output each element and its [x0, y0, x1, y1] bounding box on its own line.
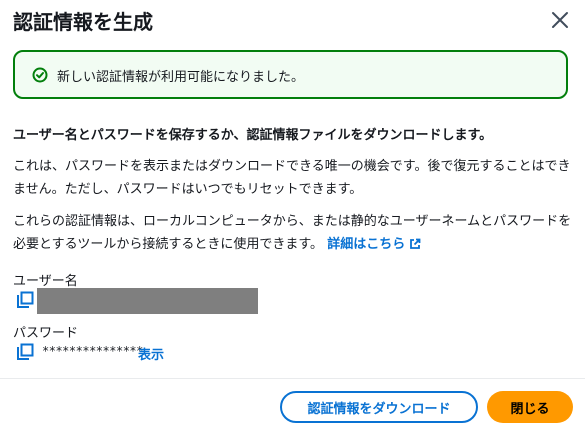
- password-label: パスワード: [13, 326, 79, 341]
- copy-icon[interactable]: [16, 343, 34, 361]
- download-credentials-button[interactable]: 認証情報をダウンロード: [280, 391, 478, 423]
- close-icon[interactable]: [548, 8, 572, 32]
- copy-icon[interactable]: [16, 291, 34, 309]
- details-link[interactable]: 詳細はこちら: [327, 237, 421, 252]
- usage-description: これらの認証情報は、ローカルコンピュータから、または静的なユーザーネームとパスワ…: [13, 210, 578, 256]
- generate-credentials-dialog: 認証情報を生成 新しい認証情報が利用可能になりました。 ユーザー名とパスワードを…: [0, 0, 585, 428]
- external-link-icon[interactable]: [409, 238, 421, 250]
- one-time-notice: これは、パスワードを表示またはダウンロードできる唯一の機会です。後で復元すること…: [13, 159, 571, 197]
- alert-message: 新しい認証情報が利用可能になりました。: [57, 70, 305, 85]
- usage-text: これらの認証情報は、ローカルコンピュータから、または静的なユーザーネームとパスワ…: [13, 214, 572, 252]
- show-password-link[interactable]: 表示: [138, 344, 164, 363]
- username-label: ユーザー名: [13, 274, 78, 289]
- dialog-title: 認証情報を生成: [13, 10, 153, 34]
- details-link-label[interactable]: 詳細はこちら: [327, 237, 405, 252]
- footer-divider: [0, 378, 585, 379]
- close-button[interactable]: 閉じる: [487, 391, 573, 423]
- password-masked: ***************: [42, 344, 143, 358]
- check-circle-icon: [32, 67, 48, 83]
- success-alert: 新しい認証情報が利用可能になりました。: [13, 50, 568, 99]
- username-value-redacted: [37, 288, 258, 314]
- instruction-heading: ユーザー名とパスワードを保存するか、認証情報ファイルをダウンロードします。: [13, 128, 493, 143]
